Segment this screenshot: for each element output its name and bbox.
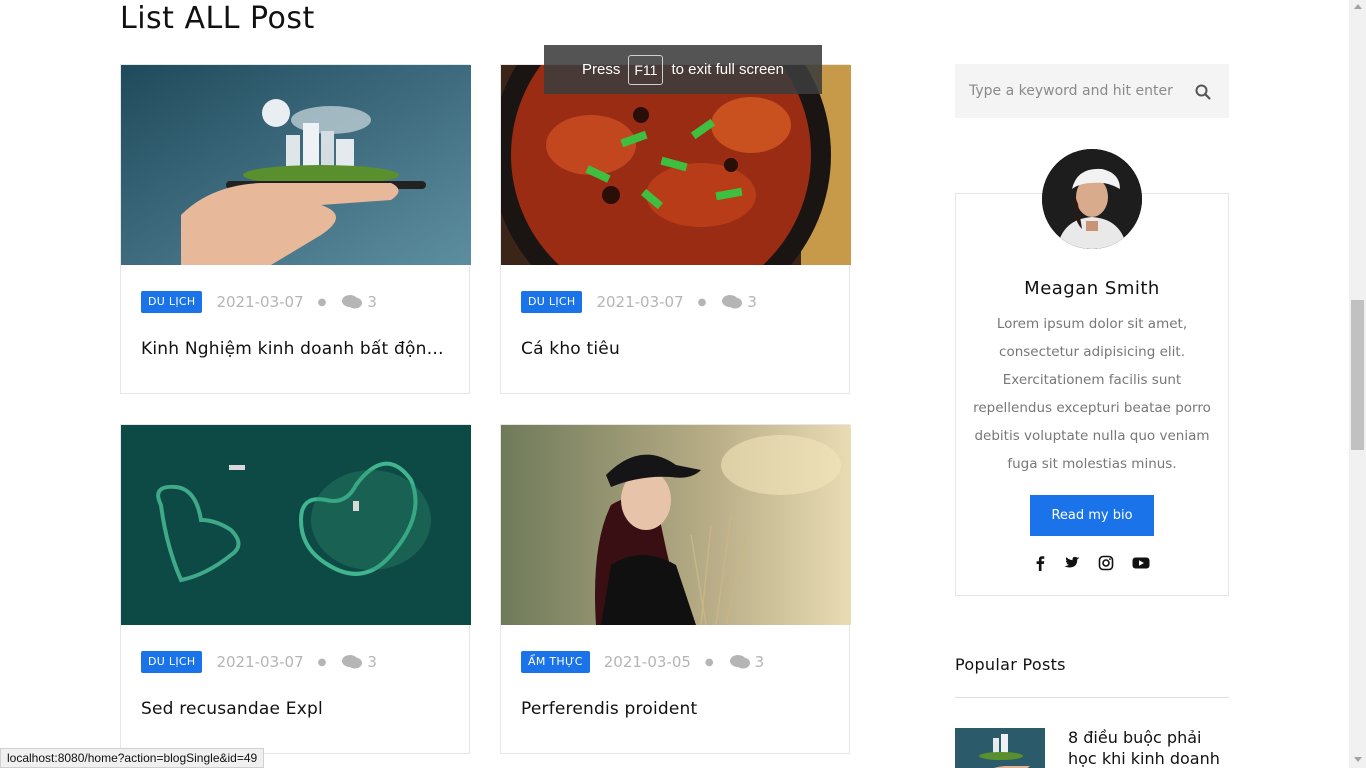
instagram-icon[interactable]	[1098, 555, 1114, 571]
author-bio-text: Lorem ipsum dolor sit amet, consectetur …	[973, 316, 1211, 472]
meta-separator: ●	[704, 656, 714, 668]
post-thumbnail-city-on-phone[interactable]	[121, 65, 471, 265]
divider	[955, 697, 1229, 698]
facebook-icon[interactable]	[1032, 555, 1048, 571]
scroll-up-arrow-icon[interactable]	[1354, 4, 1362, 9]
post-card[interactable]: DU LỊCH 2021-03-07 ● 3 Cá kho tiêu	[500, 64, 851, 394]
fullscreen-notice-prefix: Press	[582, 61, 621, 78]
comments-icon	[342, 295, 363, 309]
fullscreen-key-badge: F11	[628, 54, 664, 85]
author-name: Meagan Smith	[1024, 278, 1160, 299]
category-badge[interactable]: DU LỊCH	[521, 291, 583, 313]
comments-icon	[342, 655, 363, 669]
scroll-down-arrow-icon[interactable]	[1354, 757, 1362, 762]
page-title: List ALL Post	[120, 1, 315, 36]
comment-count: 3	[747, 293, 757, 311]
post-title[interactable]: Kinh Nghiệm kinh doanh bất động s...	[141, 339, 451, 359]
fullscreen-notice: Press F11 to exit full screen	[544, 45, 822, 94]
search-icon[interactable]	[1194, 83, 1212, 101]
youtube-icon[interactable]	[1132, 555, 1150, 571]
category-badge[interactable]: ẨM THỰC	[521, 651, 590, 673]
post-date: 2021-03-05	[603, 653, 691, 671]
fullscreen-notice-suffix: to exit full screen	[671, 61, 784, 78]
comment-count: 3	[754, 653, 765, 671]
scrollbar-thumb[interactable]	[1351, 300, 1364, 450]
post-card[interactable]: DU LỊCH 2021-03-07 ● 3 Sed recusandae Ex…	[120, 424, 471, 754]
post-date: 2021-03-07	[216, 293, 304, 311]
post-thumbnail-braised-fish[interactable]	[501, 65, 851, 265]
author-avatar	[1042, 149, 1142, 249]
meta-separator: ●	[317, 656, 327, 668]
meta-separator: ●	[317, 296, 327, 308]
post-title[interactable]: Perferendis proident	[521, 699, 831, 719]
search-input[interactable]	[969, 79, 1189, 103]
post-card[interactable]: ẨM THỰC 2021-03-05 ● 3 Perferendis proid…	[500, 424, 851, 754]
post-card[interactable]: DU LỊCH 2021-03-07 ● 3 Kinh Nghiệm kinh …	[120, 64, 471, 394]
popular-post-title[interactable]: 8 điều buộc phải học khi kinh doanh	[1068, 727, 1228, 768]
post-thumbnail-girl-in-cap[interactable]	[501, 425, 851, 625]
post-title[interactable]: Cá kho tiêu	[521, 339, 831, 359]
comment-count: 3	[367, 653, 377, 671]
post-date: 2021-03-07	[596, 293, 684, 311]
link-status-bar: localhost:8080/home?action=blogSingle&id…	[0, 748, 265, 768]
category-badge[interactable]: DU LỊCH	[141, 291, 203, 313]
category-badge[interactable]: DU LỊCH	[141, 651, 203, 673]
post-title[interactable]: Sed recusandae Expl	[141, 699, 451, 719]
post-date: 2021-03-07	[216, 653, 304, 671]
sidebar-search	[955, 64, 1229, 118]
popular-posts-heading: Popular Posts	[955, 655, 1066, 674]
read-bio-button[interactable]: Read my bio	[1030, 495, 1154, 536]
comments-icon	[722, 295, 743, 309]
comment-count: 3	[367, 293, 377, 311]
meta-separator: ●	[697, 296, 707, 308]
post-thumbnail-heart-nets[interactable]	[121, 425, 471, 625]
comments-icon	[729, 655, 750, 669]
twitter-icon[interactable]	[1064, 555, 1080, 571]
popular-post-thumbnail[interactable]	[955, 728, 1045, 768]
